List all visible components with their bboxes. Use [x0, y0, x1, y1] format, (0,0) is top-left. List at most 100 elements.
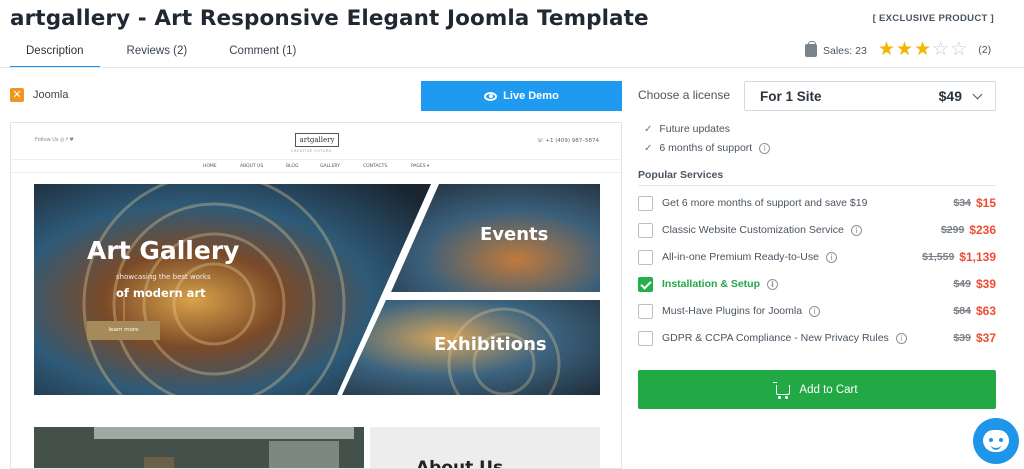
service-label-text: GDPR & CCPA Compliance - New Privacy Rul…	[662, 332, 889, 344]
template-preview-image[interactable]: Follow Us ◎ f ♥ artgallery CREATIVE FUTU…	[10, 122, 622, 469]
service-new-price: $1,139	[959, 250, 996, 264]
eye-icon	[484, 91, 498, 101]
preview-hero-tagline: of modern art	[116, 286, 206, 300]
service-checkbox[interactable]	[638, 303, 653, 319]
live-demo-label: Live Demo	[503, 90, 559, 102]
service-old-price: $84	[953, 305, 971, 317]
service-label-text: Installation & Setup	[662, 278, 761, 290]
service-label: Installation & Setup i	[662, 278, 953, 290]
rating-count[interactable]: (2)	[978, 44, 991, 56]
service-label: Get 6 more months of support and save $1…	[662, 197, 953, 209]
service-label: Must-Have Plugins for Joomla i	[662, 305, 953, 317]
star-empty-icon: ☆	[932, 39, 950, 60]
service-old-price: $39	[953, 332, 971, 344]
license-name: For 1 Site	[760, 88, 822, 104]
feature-label: Future updates	[659, 123, 731, 135]
tab-description[interactable]: Description	[10, 42, 100, 68]
service-row: GDPR & CCPA Compliance - New Privacy Rul…	[638, 329, 996, 347]
preview-about-title: About Us	[416, 458, 504, 469]
service-old-price: $49	[953, 278, 971, 290]
service-label: All-in-one Premium Ready-to-Use i	[662, 251, 922, 263]
service-new-price: $37	[975, 331, 996, 345]
service-checkbox[interactable]	[638, 330, 653, 346]
preview-logo-subtitle: CREATIVE FUTURE	[291, 149, 333, 153]
shopping-bag-icon	[805, 41, 817, 57]
preview-logo: artgallery	[295, 133, 339, 147]
license-price: $49	[938, 88, 962, 104]
service-checkbox[interactable]	[638, 249, 653, 265]
platform-name: Joomla	[33, 89, 69, 101]
preview-gallery-photo	[34, 427, 364, 468]
service-new-price: $39	[975, 277, 996, 291]
info-icon[interactable]: i	[825, 251, 837, 263]
service-checkbox[interactable]	[638, 276, 653, 292]
chat-support-button[interactable]	[973, 418, 1019, 464]
service-old-price: $299	[940, 224, 965, 236]
feature-item: ✓ 6 months of support i	[644, 142, 771, 154]
preview-follow: Follow Us ◎ f ♥	[35, 137, 74, 143]
info-icon[interactable]: i	[759, 142, 771, 154]
preview-phone: ☏ +1 (409) 987–5874	[536, 138, 599, 144]
platform-label: ✕ Joomla	[10, 88, 68, 102]
joomla-icon: ✕	[10, 88, 24, 102]
service-new-price: $63	[975, 304, 996, 318]
info-icon[interactable]: i	[895, 332, 907, 344]
service-row: Get 6 more months of support and save $1…	[638, 194, 996, 212]
preview-hero-subtitle: showcasing the best works	[116, 273, 211, 281]
preview-menu: HOME ABOUT US BLOG GALLERY CONTACTS PAGE…	[11, 159, 621, 173]
service-checkbox[interactable]	[638, 195, 653, 211]
rating[interactable]: ★ ★ ★ ☆ ☆ (2)	[878, 40, 991, 60]
license-select[interactable]: For 1 Site $49	[744, 81, 996, 111]
exclusive-badge: [ EXCLUSIVE PRODUCT ]	[872, 13, 994, 24]
star-filled-icon: ★	[914, 39, 932, 60]
preview-events-label: Events	[480, 224, 549, 245]
service-new-price: $15	[975, 196, 996, 210]
feature-item: ✓ Future updates	[644, 123, 730, 135]
preview-hero-title: Art Gallery	[87, 236, 240, 265]
info-icon[interactable]: i	[850, 224, 862, 236]
preview-menu-item: HOME	[203, 164, 217, 169]
header-divider	[0, 67, 1024, 68]
feature-label: 6 months of support	[659, 142, 753, 154]
service-old-price: $1,559	[922, 251, 955, 263]
live-demo-button[interactable]: Live Demo	[421, 81, 622, 111]
service-row: Must-Have Plugins for Joomla i $84 $63	[638, 302, 996, 320]
preview-menu-item: ABOUT US	[240, 164, 264, 169]
chevron-down-icon	[972, 89, 983, 99]
preview-menu-item: CONTACTS	[363, 164, 388, 169]
tab-bar: Description Reviews (2) Comment (1)	[10, 42, 311, 68]
license-label: Choose a license	[638, 88, 731, 102]
preview-exhibitions-label: Exhibitions	[434, 334, 547, 355]
star-empty-icon: ☆	[950, 39, 968, 60]
tab-reviews[interactable]: Reviews (2)	[112, 42, 203, 68]
add-to-cart-label: Add to Cart	[799, 383, 858, 396]
preview-menu-item: GALLERY	[320, 164, 341, 169]
info-icon[interactable]: i	[809, 305, 821, 317]
preview-learn-more-button: learn more	[87, 321, 160, 340]
service-checkbox[interactable]	[638, 222, 653, 238]
tab-comment[interactable]: Comment (1)	[214, 42, 311, 68]
chat-bot-icon	[983, 430, 1009, 452]
info-icon[interactable]: i	[767, 278, 779, 290]
check-icon: ✓	[644, 142, 653, 154]
services-heading: Popular Services	[638, 169, 724, 181]
sales-info: Sales: 23	[805, 41, 867, 57]
service-label-text: Must-Have Plugins for Joomla	[662, 305, 803, 317]
service-old-price: $34	[953, 197, 971, 209]
preview-menu-item: PAGES ▾	[411, 164, 430, 169]
check-icon: ✓	[644, 123, 653, 135]
service-label-text: All-in-one Premium Ready-to-Use	[662, 251, 819, 263]
service-label-text: Get 6 more months of support and save $1…	[662, 197, 868, 209]
service-label-text: Classic Website Customization Service	[662, 224, 844, 236]
services-divider	[638, 185, 996, 186]
service-label: Classic Website Customization Service i	[662, 224, 941, 236]
add-to-cart-button[interactable]: Add to Cart	[638, 370, 996, 409]
service-row: All-in-one Premium Ready-to-Use i $1,559 …	[638, 248, 996, 266]
cart-icon	[773, 381, 791, 399]
preview-menu-item: BLOG	[286, 164, 299, 169]
sales-count: Sales: 23	[823, 44, 867, 57]
service-row: Installation & Setup i $49 $39	[638, 275, 996, 293]
preview-gallery-illustration	[34, 427, 364, 468]
service-label: GDPR & CCPA Compliance - New Privacy Rul…	[662, 332, 953, 344]
star-filled-icon: ★	[896, 39, 914, 60]
